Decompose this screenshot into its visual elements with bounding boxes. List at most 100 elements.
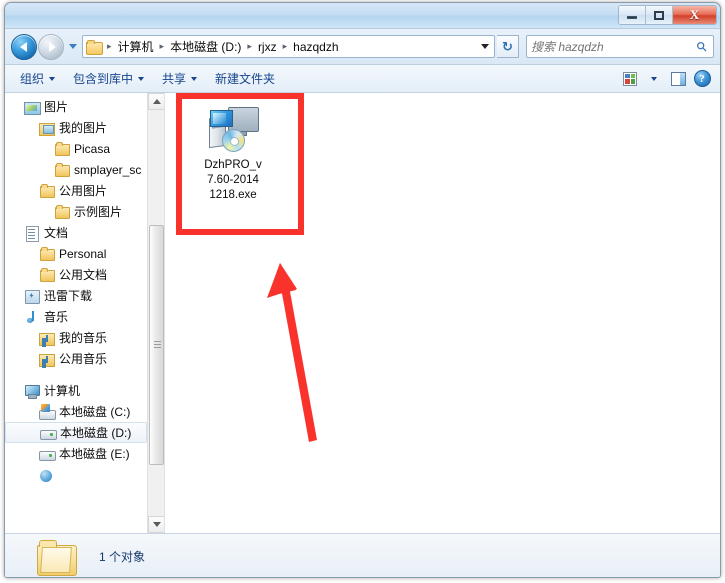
picture-library-icon (23, 99, 41, 115)
folder-icon (53, 162, 70, 178)
navigation-tree: 图片 我的图片 Picasa smplayer_sc 公用图片 示例图片 文档 … (5, 93, 147, 533)
breadcrumb-dropdown-button[interactable] (476, 44, 492, 49)
sidebar-item-public-music[interactable]: 公用音乐 (5, 348, 147, 369)
sidebar-item-sample-pictures[interactable]: 示例图片 (5, 201, 147, 222)
sidebar-item-picasa[interactable]: Picasa (5, 138, 147, 159)
close-icon: X (689, 7, 700, 22)
system-drive-icon (38, 403, 56, 420)
refresh-button[interactable]: ↻ (497, 35, 519, 58)
toolbar-item-label: 包含到库中 (73, 72, 134, 86)
folder-icon (53, 141, 70, 157)
breadcrumb-item-hazqdzh[interactable]: hazqdzh (290, 38, 341, 56)
breadcrumb-separator[interactable]: ▸ (157, 41, 168, 52)
network-icon (38, 467, 55, 483)
explorer-window: X ▸ 计算机 ▸ 本地磁盘 (D:) ▸ rjxz ▸ hazqdzh ↻ 搜… (4, 2, 721, 578)
sidebar-item-label: 公用音乐 (59, 352, 108, 366)
explorer-body: 图片 我的图片 Picasa smplayer_sc 公用图片 示例图片 文档 … (5, 93, 720, 533)
preview-pane-button[interactable] (666, 68, 690, 90)
breadcrumb-item-computer[interactable]: 计算机 (115, 36, 157, 57)
chevron-down-icon (138, 76, 145, 81)
preview-pane-icon (670, 71, 686, 86)
address-bar: ▸ 计算机 ▸ 本地磁盘 (D:) ▸ rjxz ▸ hazqdzh ↻ ⚲ (5, 29, 720, 65)
recent-locations-button[interactable] (66, 44, 80, 49)
forward-button[interactable] (38, 33, 64, 60)
folder-icon (86, 39, 103, 55)
toolbar-share-button[interactable]: 共享 (153, 67, 206, 90)
scrollbar-thumb[interactable] (149, 225, 164, 465)
sidebar-item-label: 音乐 (44, 310, 69, 324)
sidebar-item-music-library[interactable]: 音乐 (5, 306, 147, 327)
sidebar-item-label: 公用文档 (59, 268, 108, 282)
breadcrumb-separator[interactable]: ▸ (244, 41, 255, 52)
sidebar-item-my-music[interactable]: 我的音乐 (5, 327, 147, 348)
change-view-dropdown[interactable] (642, 68, 666, 90)
toolbar-item-label: 共享 (162, 72, 187, 86)
back-button[interactable] (11, 33, 37, 60)
window-controls: X (618, 5, 717, 25)
sidebar-item-pictures-library[interactable]: 图片 (5, 96, 147, 117)
search-box[interactable]: ⚲ (526, 35, 714, 58)
toolbar-include-in-library-button[interactable]: 包含到库中 (64, 67, 153, 90)
help-button[interactable]: ? (690, 68, 714, 90)
scroll-up-button[interactable] (148, 93, 164, 110)
sidebar-item-label: Personal (59, 246, 107, 261)
document-library-icon (23, 225, 40, 242)
toolbar-item-label: 新建文件夹 (215, 72, 276, 86)
sidebar-item-smplayer-sc[interactable]: smplayer_sc (5, 159, 147, 180)
list-item[interactable]: DzhPRO_v 7.60-2014 1218.exe (181, 101, 285, 207)
title-bar: X (5, 3, 720, 29)
close-button[interactable]: X (673, 6, 716, 24)
toolbar-item-label: 组织 (20, 72, 45, 86)
search-input[interactable] (531, 39, 695, 54)
file-name-line: 7.60-2014 (207, 174, 259, 186)
toolbar-new-folder-button[interactable]: 新建文件夹 (206, 67, 284, 90)
sidebar-item-public-documents[interactable]: 公用文档 (5, 264, 147, 285)
status-item-count: 1 个对象 (99, 550, 146, 564)
arrow-right-icon (48, 41, 56, 52)
folder-music-icon (38, 351, 55, 367)
chevron-down-icon (191, 76, 198, 81)
sidebar-item-local-disk-c[interactable]: 本地磁盘 (C:) (5, 401, 147, 422)
sidebar-item-local-disk-e[interactable]: 本地磁盘 (E:) (5, 443, 147, 464)
breadcrumb-separator[interactable]: ▸ (280, 41, 291, 52)
sidebar-item-network[interactable] (5, 464, 147, 485)
computer-icon (23, 383, 40, 399)
minimize-button[interactable] (619, 6, 646, 24)
file-name-line: DzhPRO_v (204, 159, 262, 171)
tree-group-gap (5, 369, 147, 380)
breadcrumb-item-drive-d[interactable]: 本地磁盘 (D:) (167, 36, 244, 57)
breadcrumb-bar[interactable]: ▸ 计算机 ▸ 本地磁盘 (D:) ▸ rjxz ▸ hazqdzh (82, 35, 495, 58)
sidebar-item-documents-library[interactable]: 文档 (5, 222, 147, 243)
folder-picture-icon (38, 120, 55, 136)
sidebar-item-label: 本地磁盘 (C:) (59, 405, 131, 419)
sidebar-item-label: 我的图片 (59, 121, 108, 135)
command-toolbar: 组织 包含到库中 共享 新建文件夹 ? (5, 65, 720, 93)
sidebar-item-label: 图片 (44, 100, 69, 114)
sidebar-item-public-pictures[interactable]: 公用图片 (5, 180, 147, 201)
scroll-down-button[interactable] (148, 516, 164, 533)
sidebar-item-personal[interactable]: Personal (5, 243, 147, 264)
sidebar-item-xunlei-download[interactable]: 迅雷下载 (5, 285, 147, 306)
sidebar-item-local-disk-d[interactable]: 本地磁盘 (D:) (5, 422, 147, 443)
scrollbar-grip-icon (154, 341, 161, 348)
maximize-icon (654, 10, 664, 20)
sidebar-item-label: smplayer_sc (74, 162, 142, 177)
folder-icon (38, 246, 55, 262)
maximize-button[interactable] (646, 6, 673, 24)
toolbar-organize-button[interactable]: 组织 (11, 67, 64, 90)
sidebar-item-label: 文档 (44, 226, 69, 240)
navigation-pane: 图片 我的图片 Picasa smplayer_sc 公用图片 示例图片 文档 … (5, 93, 165, 533)
drive-icon (39, 425, 57, 441)
sidebar-item-computer[interactable]: 计算机 (5, 380, 147, 401)
xunlei-download-icon (23, 288, 40, 304)
chevron-up-icon (152, 99, 161, 104)
breadcrumb-item-rjxz[interactable]: rjxz (255, 38, 280, 56)
sidebar-item-label: 示例图片 (74, 205, 123, 219)
navigation-pane-scrollbar[interactable] (147, 93, 164, 533)
sidebar-item-my-pictures[interactable]: 我的图片 (5, 117, 147, 138)
change-view-button[interactable] (618, 68, 642, 90)
chevron-down-icon (651, 76, 657, 81)
file-list-pane[interactable]: DzhPRO_v 7.60-2014 1218.exe (165, 93, 720, 533)
folder-icon (35, 538, 81, 576)
breadcrumb: ▸ 计算机 ▸ 本地磁盘 (D:) ▸ rjxz ▸ hazqdzh (104, 36, 476, 57)
